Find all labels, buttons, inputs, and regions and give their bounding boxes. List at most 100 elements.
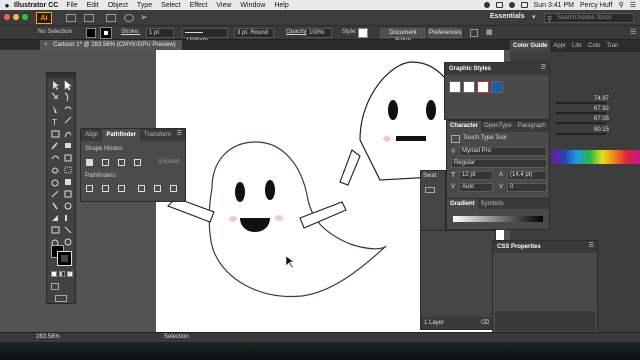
tab-symbols[interactable]: Symbols xyxy=(478,199,507,209)
graphic-style-default[interactable] xyxy=(449,81,461,93)
yellow-value[interactable]: 67.05 xyxy=(594,116,609,122)
font-size-field[interactable]: 12 pt xyxy=(459,171,493,180)
gradient-tool-icon xyxy=(64,190,72,198)
color-spectrum[interactable] xyxy=(552,150,640,164)
minus-back-icon[interactable] xyxy=(170,185,177,192)
gradient-preview[interactable] xyxy=(453,216,543,222)
graphic-styles-title[interactable]: Graphic Styles xyxy=(445,63,549,75)
visibility-eye-icon[interactable] xyxy=(425,187,435,193)
css-menu-icon[interactable]: ☰ xyxy=(589,242,594,249)
ghost-main-cheek-left xyxy=(229,216,237,222)
tab-align[interactable]: Align xyxy=(81,129,102,141)
font-style-field[interactable]: Regular xyxy=(451,159,547,168)
ghost-right-eye-left xyxy=(388,100,398,120)
tools-panel-grip[interactable] xyxy=(47,73,75,78)
lasso-tool-icon xyxy=(64,92,69,102)
leading-icon: A xyxy=(499,172,504,178)
tab-pathfinder[interactable]: Pathfinder xyxy=(102,129,141,141)
draw-mode-icon[interactable] xyxy=(51,283,59,290)
graphic-style-shadow[interactable] xyxy=(463,81,475,93)
unite-icon[interactable] xyxy=(86,159,93,166)
tab-transparency[interactable]: Tran xyxy=(603,40,621,52)
gradient-mode-icon[interactable] xyxy=(59,271,65,277)
symbol-sprayer-tool-icon xyxy=(52,215,58,221)
ghost-main-cheek-right xyxy=(275,215,283,221)
column-graph-tool-icon xyxy=(65,215,67,221)
tools-panel: T / xyxy=(46,72,76,304)
trash-icon[interactable]: ⌫ xyxy=(481,317,489,329)
tab-transform[interactable]: Transform xyxy=(140,129,175,141)
type-tool-icon: T xyxy=(52,118,57,127)
tab-appearance[interactable]: Appr xyxy=(550,40,569,52)
graphic-styles-menu-icon[interactable]: ☰ xyxy=(541,64,546,71)
panel-menu-icon[interactable]: ☰ xyxy=(177,130,182,137)
free-transform-tool-icon xyxy=(64,166,72,174)
ghost-right-arm xyxy=(339,149,361,186)
direct-selection-tool-icon xyxy=(64,80,72,91)
mesh-tool-icon xyxy=(51,190,59,198)
line-tool-icon xyxy=(64,116,72,124)
graphic-style-red[interactable] xyxy=(477,81,489,93)
outline-icon[interactable] xyxy=(154,185,161,192)
cyan-slider[interactable] xyxy=(556,102,606,104)
none-mode-icon[interactable]: / xyxy=(67,271,73,277)
eyedropper-tool-icon xyxy=(52,202,58,210)
intersect-icon[interactable] xyxy=(118,159,125,166)
black-slider[interactable] xyxy=(556,133,606,135)
merge-icon[interactable] xyxy=(118,185,125,192)
character-panel: Character OpenType Paragraph Touch Type … xyxy=(446,120,550,202)
kerning-icon: V xyxy=(451,184,456,190)
ghost-right-cheek-left xyxy=(383,136,391,142)
expand-button[interactable]: Expand xyxy=(159,159,179,165)
minus-front-icon[interactable] xyxy=(102,159,109,166)
tab-libraries[interactable]: Libr xyxy=(569,40,585,52)
stroke-color-box[interactable] xyxy=(57,251,72,266)
trim-icon[interactable] xyxy=(102,185,109,192)
status-tool[interactable]: Selection xyxy=(164,334,189,340)
magenta-value[interactable]: 67.92 xyxy=(594,106,609,112)
tab-swatches[interactable]: Swat xyxy=(423,173,436,179)
tracking-field[interactable]: 0 xyxy=(507,183,547,192)
curvature-tool-icon xyxy=(64,106,72,110)
tab-opentype[interactable]: OpenType xyxy=(481,121,515,132)
gradient-panel: Gradient Symbols xyxy=(446,198,550,230)
magenta-slider[interactable] xyxy=(556,112,606,114)
slice-tool-icon xyxy=(64,226,72,234)
dock-tabs: Color Guide Appr Libr Colo Tran xyxy=(510,40,640,52)
tab-character[interactable]: Character xyxy=(447,121,482,132)
pathfinder-panel: Align Pathfinder Transform ☰ Shape Modes… xyxy=(80,128,186,202)
tab-gradient[interactable]: Gradient xyxy=(447,199,478,209)
rotate-tool-icon xyxy=(51,155,60,160)
font-family-field[interactable]: Myriad Pro xyxy=(459,147,547,156)
leading-field[interactable]: (14.4 pt) xyxy=(507,171,547,180)
divide-icon[interactable] xyxy=(86,185,93,192)
tool-icons: T xyxy=(51,80,72,247)
css-properties-panel: CSS Properties ☰ xyxy=(492,240,598,334)
tab-color[interactable]: Colo xyxy=(585,40,603,52)
color-mode-icon[interactable] xyxy=(51,271,57,277)
pencil-tool-icon xyxy=(51,142,58,150)
layer-count: 1 Layer xyxy=(424,320,445,326)
touch-type-tool-button[interactable]: Touch Type Tool xyxy=(463,135,506,141)
status-bar: 283.58% Selection xyxy=(0,332,640,342)
selection-tool-icon xyxy=(53,81,59,90)
zoom-level[interactable]: 283.58% xyxy=(36,334,60,340)
tracking-icon: V xyxy=(499,184,504,190)
crop-icon[interactable] xyxy=(138,185,145,192)
css-code-area[interactable] xyxy=(495,311,595,331)
yellow-slider[interactable] xyxy=(556,122,606,124)
tab-paragraph[interactable]: Paragraph xyxy=(515,121,549,132)
css-properties-title[interactable]: CSS Properties xyxy=(493,241,597,253)
font-size-icon: T xyxy=(451,172,456,179)
ghost-main-eye-left xyxy=(235,182,245,202)
screen-mode-icon[interactable] xyxy=(55,295,67,302)
ghost-main-eye-right xyxy=(265,180,275,200)
kerning-field[interactable]: Auto xyxy=(459,183,493,192)
exclude-icon[interactable] xyxy=(134,159,141,166)
graphic-style-blue[interactable] xyxy=(491,81,503,93)
tab-color-guide[interactable]: Color Guide xyxy=(510,40,551,52)
graphic-styles-panel: Graphic Styles ☰ xyxy=(444,62,550,120)
black-value[interactable]: 90.15 xyxy=(594,127,609,133)
cyan-value[interactable]: 74.97 xyxy=(594,96,609,102)
character-tabs: Character OpenType Paragraph xyxy=(447,121,549,132)
